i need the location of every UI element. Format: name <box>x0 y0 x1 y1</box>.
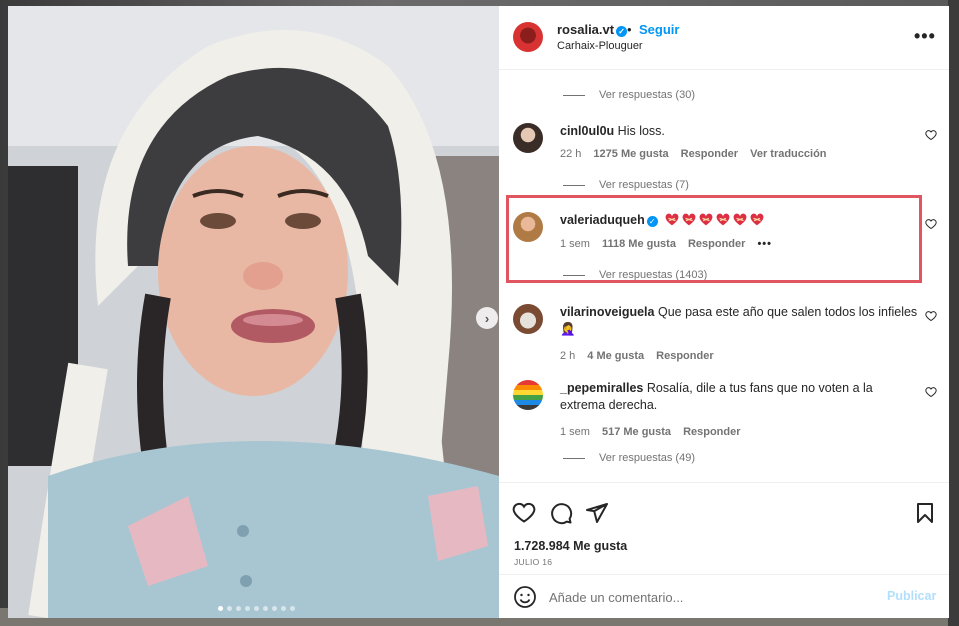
carousel-dot <box>263 606 268 611</box>
comment-text: cinl0ul0u His loss. <box>560 123 920 140</box>
post-username[interactable]: rosalia.vt ✓ <box>557 22 628 37</box>
carousel-dot <box>218 606 223 611</box>
carousel-dot <box>281 606 286 611</box>
share-icon[interactable] <box>585 501 609 525</box>
like-icon[interactable] <box>512 501 536 525</box>
comment-username[interactable]: vilarinoveiguela <box>560 305 654 319</box>
comment-text: vilarinoveiguela Que pasa este año que s… <box>560 304 920 338</box>
comment-body: Que pasa este año que salen todos los in… <box>657 305 918 319</box>
add-comment-bar: Publicar <box>499 574 949 618</box>
reply-button[interactable]: Responder <box>683 426 740 438</box>
carousel-dot <box>254 606 259 611</box>
replies-line <box>563 94 585 96</box>
next-image-button[interactable]: › <box>476 307 498 329</box>
comment-likes[interactable]: 4 Me gusta <box>587 350 644 362</box>
comment-likes[interactable]: 1275 Me gusta <box>593 148 668 160</box>
highlight-box <box>506 195 922 283</box>
carousel-dot <box>236 606 241 611</box>
verified-badge-icon: ✓ <box>616 26 628 37</box>
comment-meta: 2 h 4 Me gusta Responder <box>560 350 714 362</box>
like-heart-icon[interactable] <box>925 218 937 230</box>
replies-label[interactable]: Ver respuestas (30) <box>599 89 695 101</box>
post-photo[interactable]: › <box>8 6 499 618</box>
avatar[interactable] <box>513 123 543 153</box>
avatar[interactable] <box>513 304 543 334</box>
view-replies-button[interactable]: Ver respuestas (49) <box>563 452 695 464</box>
replies-line <box>563 457 585 459</box>
replies-label[interactable]: Ver respuestas (49) <box>599 452 695 464</box>
translate-button[interactable]: Ver traducción <box>750 148 826 160</box>
view-replies-button[interactable]: Ver respuestas (30) <box>563 89 695 101</box>
post-panel: rosalia.vt ✓ • Seguir Carhaix-Plouguer ••… <box>499 6 949 618</box>
comment-username[interactable]: _pepemiralles <box>560 381 643 395</box>
comment-time[interactable]: 22 h <box>560 148 581 160</box>
post-date: JULIO 16 <box>514 557 553 567</box>
comment-meta: 1 sem 517 Me gusta Responder <box>560 426 741 438</box>
comment-text: _pepemiralles Rosalía, dile a tus fans q… <box>560 380 920 414</box>
separator-dot: • <box>627 22 632 37</box>
emoji-picker-icon[interactable] <box>513 585 537 609</box>
post-actions: 1.728.984 Me gusta JULIO 16 <box>499 482 949 574</box>
facepalm-emoji: 🤦‍♀️ <box>560 322 576 336</box>
publish-button[interactable]: Publicar <box>887 589 936 603</box>
carousel-dot <box>290 606 295 611</box>
backdrop-strip <box>948 0 959 626</box>
comment-icon[interactable] <box>549 501 573 525</box>
avatar[interactable] <box>513 380 543 410</box>
follow-button[interactable]: Seguir <box>639 22 679 37</box>
carousel-dot <box>227 606 232 611</box>
view-replies-button[interactable]: Ver respuestas (7) <box>563 179 689 191</box>
reply-button[interactable]: Responder <box>681 148 738 160</box>
comment-time[interactable]: 1 sem <box>560 426 590 438</box>
like-heart-icon[interactable] <box>925 386 937 398</box>
carousel-dot <box>245 606 250 611</box>
carousel-dot <box>272 606 277 611</box>
save-bookmark-icon[interactable] <box>913 501 937 525</box>
location-link[interactable]: Carhaix-Plouguer <box>557 40 643 52</box>
avatar[interactable] <box>513 22 543 52</box>
like-heart-icon[interactable] <box>925 310 937 322</box>
username-text[interactable]: rosalia.vt <box>557 22 614 37</box>
comment-time[interactable]: 2 h <box>560 350 575 362</box>
likes-count[interactable]: 1.728.984 Me gusta <box>514 539 627 553</box>
reply-button[interactable]: Responder <box>656 350 713 362</box>
replies-label[interactable]: Ver respuestas (7) <box>599 179 689 191</box>
comment-username[interactable]: cinl0ul0u <box>560 124 614 138</box>
comment-body: His loss. <box>617 124 665 138</box>
comment-meta: 22 h 1275 Me gusta Responder Ver traducc… <box>560 148 827 160</box>
post-image <box>8 6 499 618</box>
comment-likes[interactable]: 517 Me gusta <box>602 426 671 438</box>
post-header: rosalia.vt ✓ • Seguir Carhaix-Plouguer ••… <box>499 6 949 70</box>
carousel-dots <box>218 606 295 611</box>
more-options-icon[interactable]: ••• <box>914 26 936 47</box>
comment-input[interactable] <box>549 586 869 608</box>
like-heart-icon[interactable] <box>925 129 937 141</box>
replies-line <box>563 184 585 186</box>
